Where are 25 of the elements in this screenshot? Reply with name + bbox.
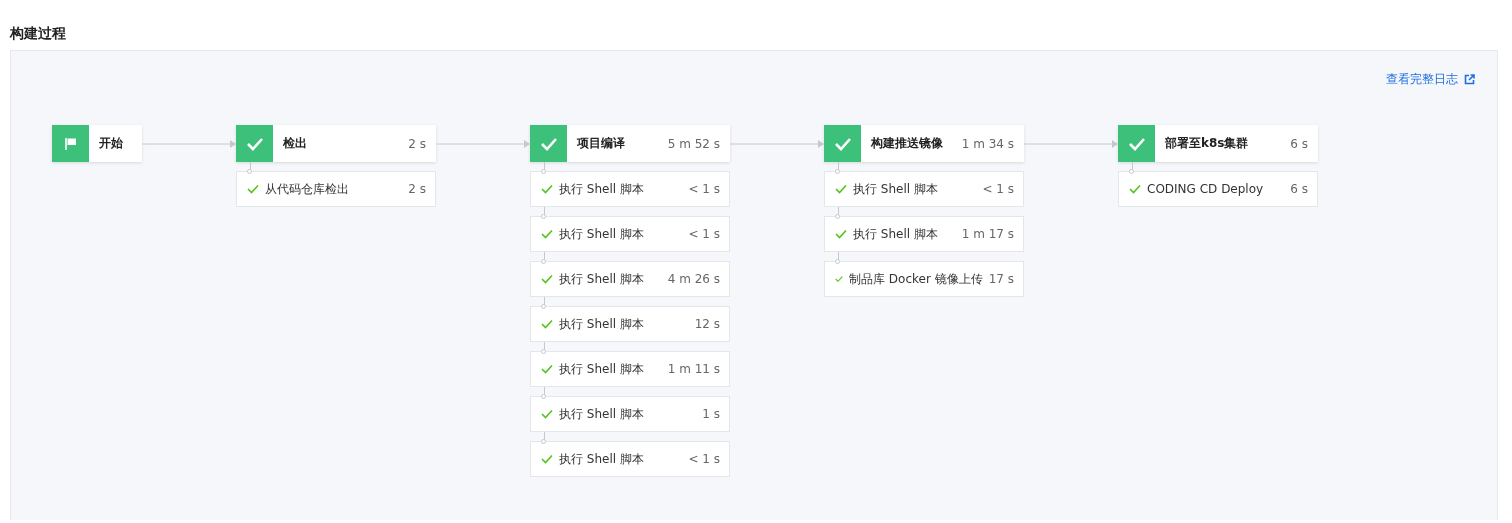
start-node[interactable]: 开始 <box>52 125 142 162</box>
section-title: 构建过程 <box>9 24 67 40</box>
check-icon <box>245 136 264 151</box>
step-item[interactable]: 制品库 Docker 镜像上传 17 s <box>824 261 1024 297</box>
step-item[interactable]: 执行 Shell 脚本 1 s <box>530 396 730 432</box>
check-icon <box>1127 136 1146 151</box>
step-item[interactable]: 执行 Shell 脚本 < 1 s <box>530 216 730 252</box>
stage-node[interactable]: 检出 2 s <box>236 125 436 162</box>
full-log-link[interactable]: 查看完整日志 <box>1386 71 1475 87</box>
check-icon <box>539 136 558 151</box>
step-item[interactable]: 执行 Shell 脚本 < 1 s <box>530 441 730 477</box>
step-item[interactable]: 执行 Shell 脚本 < 1 s <box>530 171 730 207</box>
step-item[interactable]: 执行 Shell 脚本 1 m 17 s <box>824 216 1024 252</box>
step-item[interactable]: 从代码仓库检出 2 s <box>236 171 436 207</box>
step-item[interactable]: 执行 Shell 脚本 4 m 26 s <box>530 261 730 297</box>
stage-node[interactable]: 构建推送镜像 1 m 34 s <box>824 125 1024 162</box>
step-item[interactable]: CODING CD Deploy 6 s <box>1118 171 1318 207</box>
step-item[interactable]: 执行 Shell 脚本 1 m 11 s <box>530 351 730 387</box>
stage-node[interactable]: 部署至k8s集群 6 s <box>1118 125 1318 162</box>
check-icon <box>833 136 852 151</box>
step-item[interactable]: 执行 Shell 脚本 < 1 s <box>824 171 1024 207</box>
step-item[interactable]: 执行 Shell 脚本 12 s <box>530 306 730 342</box>
external-link-icon <box>1464 73 1475 85</box>
stage-node[interactable]: 项目编译 5 m 52 s <box>530 125 730 162</box>
flag-icon <box>63 136 78 151</box>
